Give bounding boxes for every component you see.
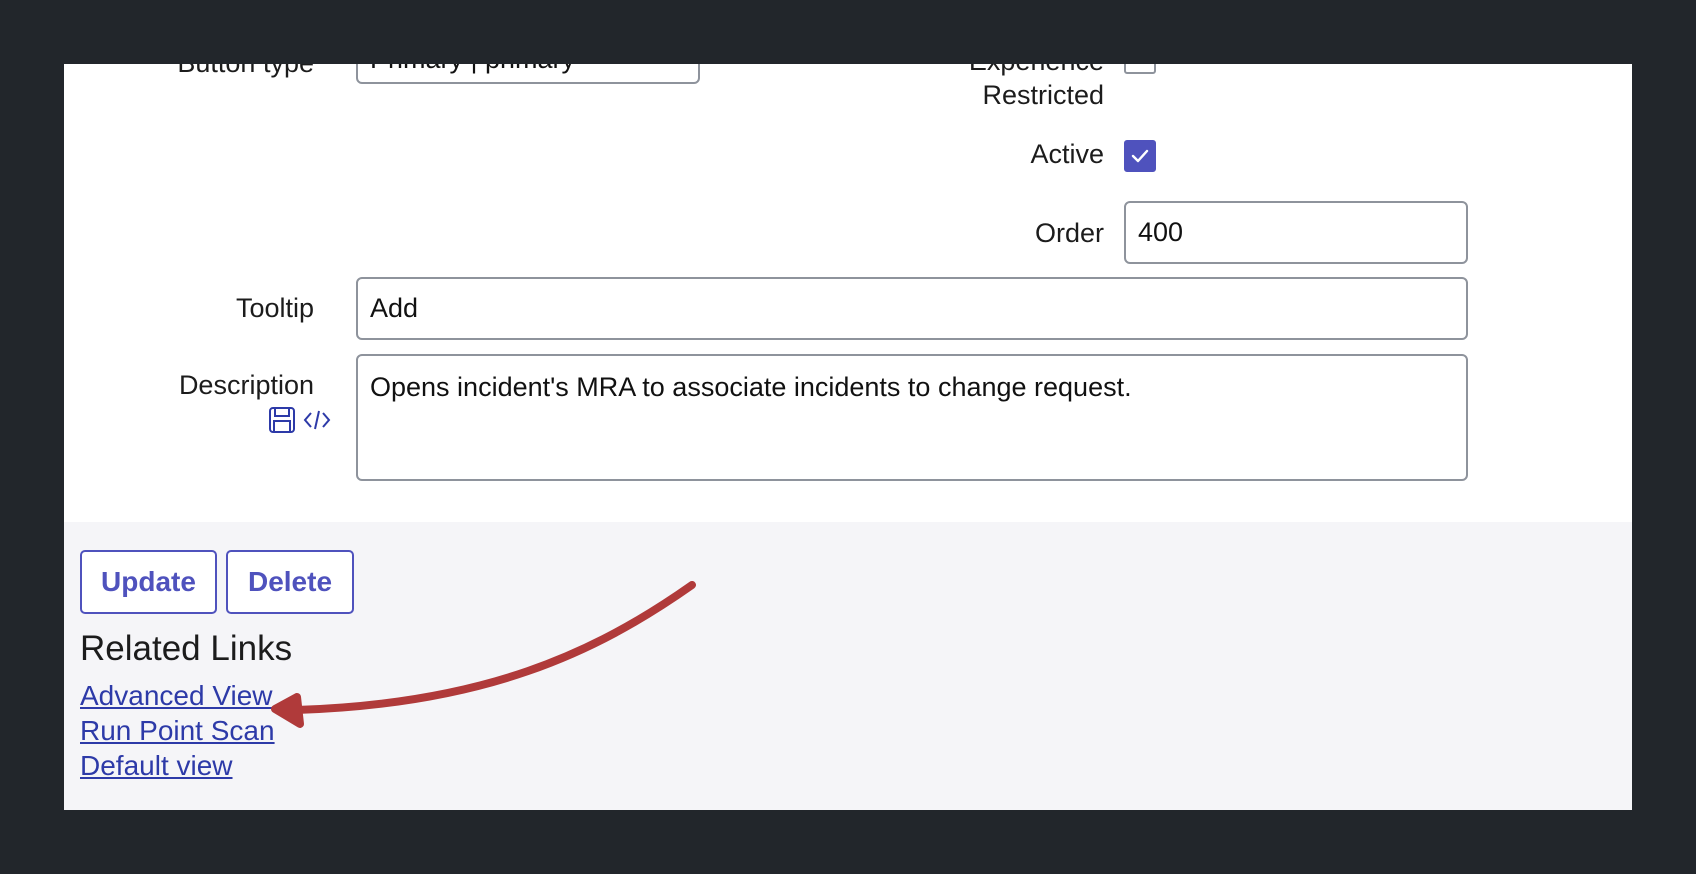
- code-icon[interactable]: [302, 406, 332, 434]
- description-textarea[interactable]: Opens incident's MRA to associate incide…: [356, 354, 1468, 481]
- floppy-disk-icon[interactable]: [268, 406, 296, 434]
- tooltip-label: Tooltip: [235, 293, 314, 323]
- button-type-select[interactable]: Primary | primary: [356, 64, 700, 84]
- order-value: 400: [1138, 217, 1184, 247]
- active-label: Active: [1030, 139, 1104, 169]
- related-link-run-point-scan[interactable]: Run Point Scan: [80, 714, 275, 748]
- order-input[interactable]: 400: [1124, 201, 1468, 264]
- tooltip-input[interactable]: Add: [356, 277, 1468, 340]
- form-actions-area: Update Delete Related Links Advanced Vie…: [64, 522, 1632, 810]
- tooltip-value: Add: [370, 293, 419, 323]
- order-label: Order: [1034, 218, 1104, 248]
- button-type-value: Primary | primary: [370, 64, 575, 75]
- experience-restricted-label: Experience Restricted: [969, 64, 1104, 110]
- description-label: Description: [178, 370, 314, 400]
- update-button[interactable]: Update: [80, 550, 217, 614]
- related-link-advanced-view[interactable]: Advanced View: [80, 679, 273, 713]
- button-type-label: Button type: [104, 64, 314, 80]
- related-links-heading: Related Links: [80, 629, 293, 668]
- description-value: Opens incident's MRA to associate incide…: [370, 372, 1132, 402]
- form-window: Button type Primary | primary Experience…: [64, 64, 1632, 810]
- active-checkbox[interactable]: [1124, 140, 1156, 172]
- description-tools: [204, 404, 332, 436]
- related-link-default-view[interactable]: Default view: [80, 749, 233, 783]
- delete-button[interactable]: Delete: [226, 550, 354, 614]
- checkmark-icon: [1131, 149, 1149, 163]
- experience-restricted-checkbox[interactable]: [1124, 64, 1156, 74]
